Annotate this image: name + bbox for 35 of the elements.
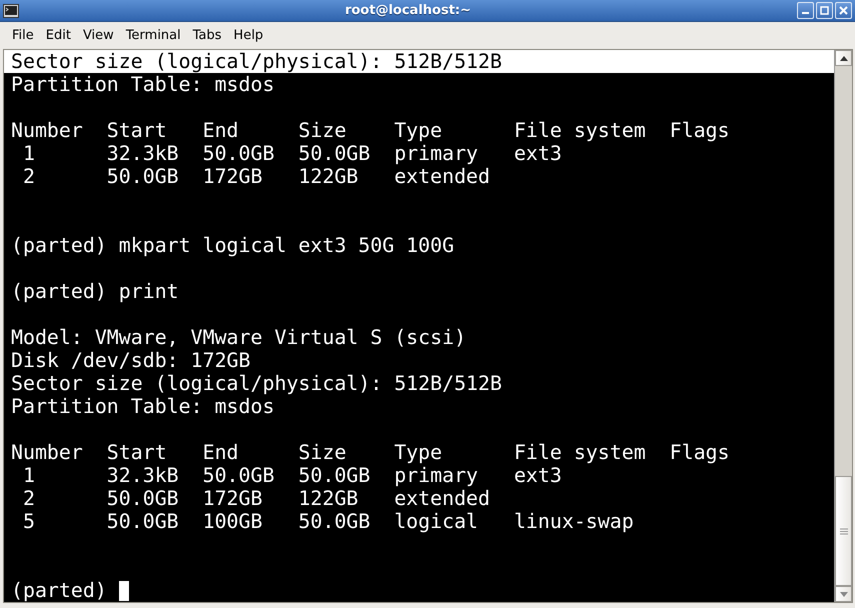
window-title: root@localhost:~ bbox=[344, 3, 472, 18]
terminal-line: Disk /dev/sdb: 172GB bbox=[11, 349, 251, 372]
terminal-line: Sector size (logical/physical): 512B/512B bbox=[11, 372, 502, 395]
prompt-text: (parted) bbox=[11, 579, 107, 602]
menu-item[interactable]: File bbox=[6, 26, 40, 44]
menu-item[interactable]: Help bbox=[228, 26, 270, 44]
terminal-line: 5 50.0GB 100GB 50.0GB logical linux-swap bbox=[22, 510, 634, 533]
terminal-line: Number Start End Size Type File system Flags bbox=[11, 119, 730, 142]
menu-item[interactable]: Edit bbox=[40, 26, 77, 44]
menu-item[interactable]: Tabs bbox=[186, 26, 228, 44]
scroll-down-button[interactable] bbox=[835, 586, 852, 602]
up-arrow-icon bbox=[840, 56, 848, 60]
terminal-line: 1 32.3kB 50.0GB 50.0GB primary ext3 bbox=[22, 142, 562, 165]
close-icon bbox=[839, 6, 848, 15]
scroll-up-button[interactable] bbox=[835, 50, 852, 66]
close-button[interactable] bbox=[835, 2, 852, 19]
terminal-line: Partition Table: msdos bbox=[11, 73, 274, 96]
terminal-line: Number Start End Size Type File system Flags bbox=[11, 441, 730, 464]
minimize-button[interactable] bbox=[797, 2, 814, 19]
terminal-line: 1 32.3kB 50.0GB 50.0GB primary ext3 bbox=[22, 464, 562, 487]
down-arrow-icon bbox=[840, 592, 848, 596]
scrollbar-thumb[interactable] bbox=[835, 476, 852, 586]
terminal-line: Model: VMware, VMware Virtual S (scsi) bbox=[11, 326, 466, 349]
maximize-icon bbox=[820, 6, 829, 15]
grip-icon bbox=[840, 528, 848, 534]
menu-item[interactable]: View bbox=[76, 26, 120, 44]
terminal-line: 2 50.0GB 172GB 122GB extended bbox=[22, 165, 490, 188]
terminal-icon[interactable] bbox=[3, 4, 19, 18]
terminal-line: 2 50.0GB 172GB 122GB extended bbox=[22, 487, 490, 510]
selected-text-line: Sector size (logical/physical): 512B/512B bbox=[11, 50, 502, 73]
maximize-button[interactable] bbox=[816, 2, 833, 19]
menu-item[interactable]: Terminal bbox=[120, 26, 187, 44]
terminal-line: Partition Table: msdos bbox=[11, 395, 274, 418]
terminal-line: (parted) mkpart logical ext3 50G 100G bbox=[11, 234, 454, 257]
terminal-line: (parted) print bbox=[11, 280, 179, 303]
